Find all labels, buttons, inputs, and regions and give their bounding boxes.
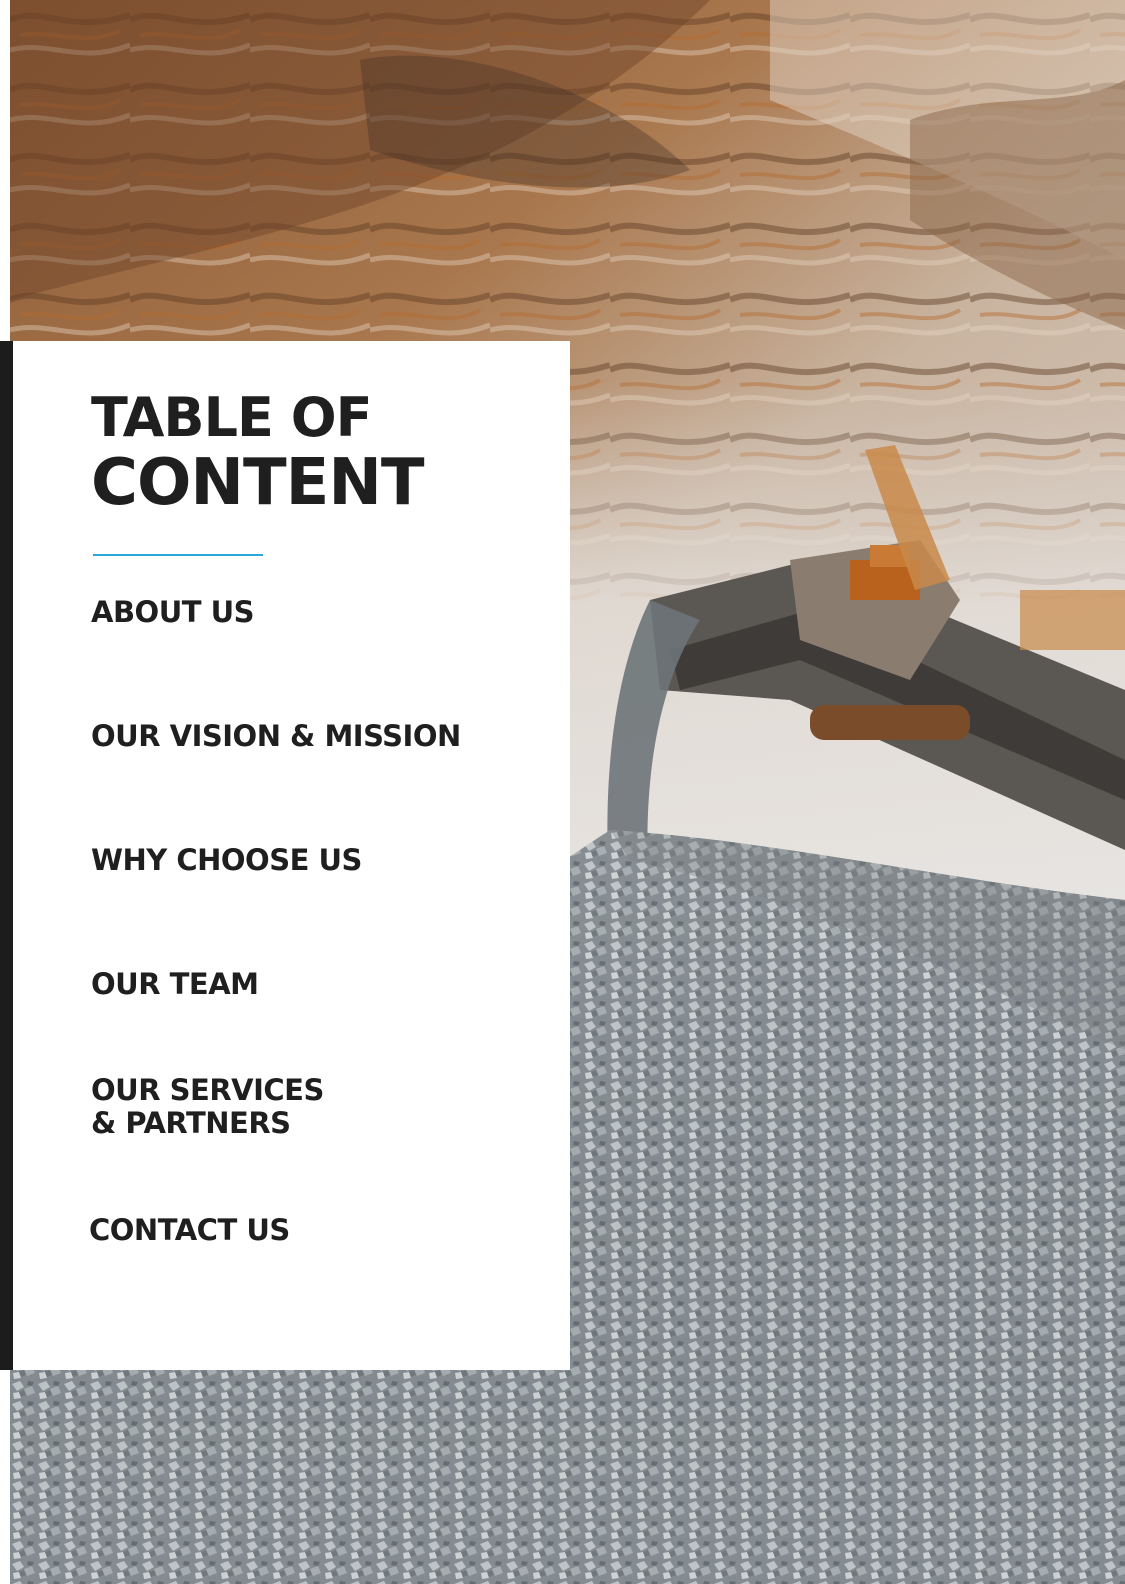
- toc-title-line2: CONTENT: [91, 446, 425, 520]
- brochure-page: TABLE OF CONTENT ABOUT US OUR VISION & M…: [0, 0, 1125, 1584]
- toc-item-about-us[interactable]: ABOUT US: [91, 596, 255, 629]
- toc-item-partners-label: & PARTNERS: [91, 1106, 291, 1140]
- toc-item-services-partners[interactable]: OUR SERVICES & PARTNERS: [91, 1074, 324, 1140]
- title-underline-divider: [93, 554, 263, 556]
- left-accent-bar: [0, 341, 13, 1370]
- toc-title: TABLE OF CONTENT: [91, 386, 425, 520]
- toc-item-vision-mission[interactable]: OUR VISION & MISSION: [91, 720, 461, 753]
- toc-item-our-team[interactable]: OUR TEAM: [91, 968, 259, 1001]
- toc-title-line1: TABLE OF: [91, 386, 372, 449]
- toc-item-services-label: OUR SERVICES: [91, 1073, 324, 1107]
- toc-item-why-choose-us[interactable]: WHY CHOOSE US: [91, 844, 362, 877]
- toc-panel: TABLE OF CONTENT ABOUT US OUR VISION & M…: [13, 341, 570, 1370]
- toc-item-contact-us[interactable]: CONTACT US: [89, 1214, 290, 1247]
